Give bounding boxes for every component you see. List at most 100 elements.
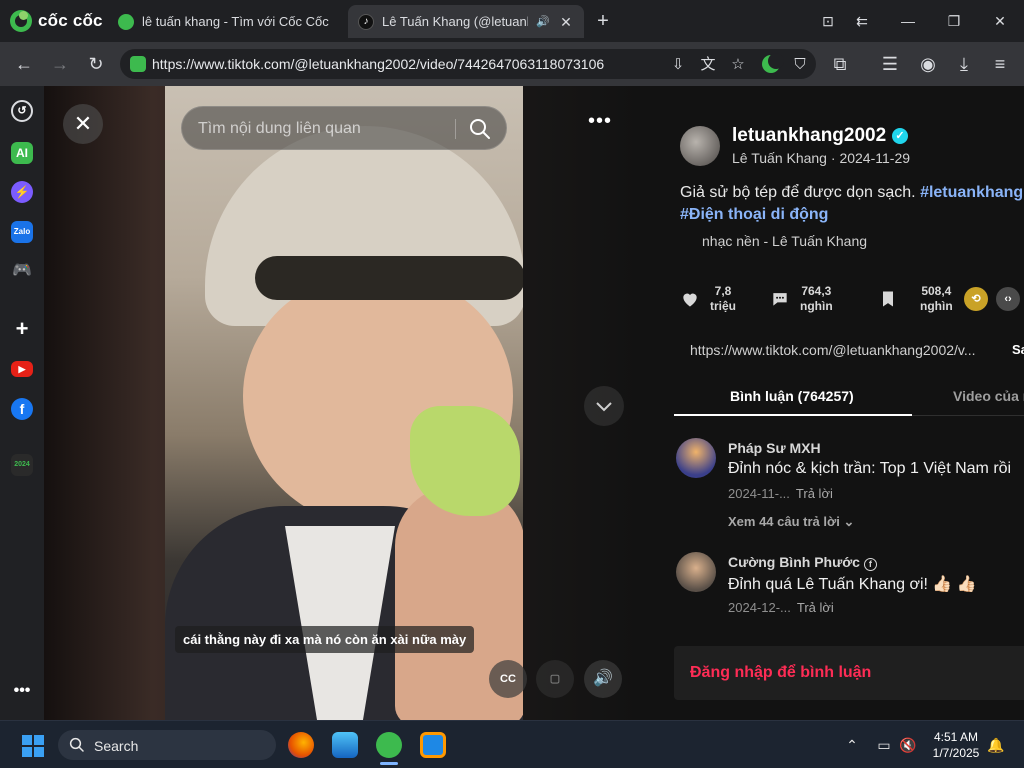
miniplayer-icon[interactable]: ▢	[536, 660, 574, 698]
save-stat[interactable]: 508,4 nghìn	[878, 284, 953, 314]
tab-comments[interactable]: Bình luận (764257)	[730, 388, 854, 404]
minimize-button[interactable]: —	[896, 10, 920, 32]
coccoc-logo-icon	[10, 10, 32, 32]
tray-overflow-chevron-icon[interactable]: ⌃	[842, 735, 862, 755]
media-queue-icon[interactable]: ☰	[878, 52, 902, 76]
login-to-comment-link[interactable]: Đăng nhập để bình luận	[690, 664, 871, 682]
comment-text: Đỉnh nóc & kịch trần: Top 1 Việt Nam rồi	[728, 460, 1012, 477]
url-text[interactable]: https://www.tiktok.com/@letuankhang2002/…	[152, 56, 604, 72]
embed-code-icon[interactable]: ‹›	[996, 287, 1020, 311]
youtube-icon[interactable]: ▶	[11, 361, 33, 377]
more-options-icon[interactable]: •••	[584, 111, 616, 136]
photos-app-icon[interactable]	[332, 732, 358, 758]
translate-icon[interactable]: 文	[698, 55, 718, 75]
comment-bubble-icon	[773, 293, 787, 306]
save-count: 508,4 nghìn	[920, 284, 953, 314]
back-button[interactable]: ←	[12, 52, 36, 76]
hashtag-link[interactable]: #Điện thoại di động	[680, 206, 828, 223]
windows-start-icon[interactable]	[22, 735, 44, 757]
sidebar-more-icon[interactable]: •••	[11, 683, 33, 706]
coccoc-2024-icon[interactable]: 2024	[11, 454, 33, 476]
menu-icon[interactable]: ≡	[988, 52, 1012, 76]
active-tab-underline	[674, 414, 912, 416]
tab-label: lê tuấn khang - Tìm với Cốc Cốc	[142, 14, 329, 29]
bookmark-icon	[883, 291, 893, 307]
ai-assistant-icon[interactable]: AI	[11, 142, 33, 164]
author-display-name[interactable]: Lê Tuấn Khang	[732, 150, 827, 166]
subtitle-separator: ·	[826, 150, 840, 166]
commenter-avatar[interactable]	[676, 438, 716, 478]
commenter-name-text: Cường Bình Phước	[728, 554, 860, 570]
close-window-button[interactable]: ✕	[988, 10, 1012, 32]
maximize-button[interactable]: ❐	[942, 10, 966, 32]
comment-count-num: 764,3	[801, 284, 832, 298]
like-count: 7,8 triệu	[710, 284, 736, 314]
video-caption: cái thằng này đi xa mà nó còn ăn xài nữa…	[175, 626, 475, 653]
post-date: 2024-11-29	[839, 150, 911, 166]
video-player[interactable]	[165, 86, 523, 720]
related-search-input[interactable]	[198, 119, 448, 139]
browser-toolbar: ← → ↻ https://www.tiktok.com/@letuankhan…	[0, 42, 1024, 86]
view-replies-button[interactable]: Xem 44 câu trả lời ⌄	[728, 514, 854, 530]
search-icon[interactable]	[468, 117, 492, 141]
reply-button[interactable]: Trả lời	[796, 486, 833, 501]
hashtag-link[interactable]: #letuankhang	[920, 184, 1023, 201]
music-link[interactable]: nhạc nền - Lê Tuấn Khang	[702, 233, 867, 249]
firefox-icon[interactable]	[288, 732, 314, 758]
zalo-icon[interactable]: Zalo	[11, 221, 33, 243]
facebook-icon[interactable]: f	[11, 398, 33, 420]
description-text: Giả sử bộ tép để được dọn sạch.	[680, 184, 916, 201]
comment-stat[interactable]: 764,3 nghìn	[770, 284, 833, 314]
mute-volume-icon[interactable]: 🔇	[898, 735, 918, 755]
comment-date: 2024-12-...	[728, 600, 791, 615]
closed-captions-button[interactable]: CC	[489, 660, 527, 698]
screenshot-icon[interactable]: ⊡	[816, 10, 840, 32]
dark-mode-moon-icon[interactable]	[762, 53, 784, 73]
related-search-box[interactable]	[181, 106, 507, 150]
author-avatar[interactable]	[680, 126, 720, 166]
vpn-app-icon[interactable]	[420, 732, 446, 758]
commenter-avatar[interactable]	[676, 552, 716, 592]
site-security-icon[interactable]	[130, 56, 146, 72]
windows-taskbar: Search ⌃ ▭ 🔇 4:51 AM 1/7/2025 🔔	[0, 720, 1024, 768]
reply-button[interactable]: Trả lời	[797, 600, 834, 615]
taskbar-clock[interactable]: 4:51 AM 1/7/2025	[920, 729, 992, 761]
install-app-icon[interactable]: ⇩	[668, 55, 688, 75]
volume-icon[interactable]: 🔊	[584, 660, 622, 698]
next-video-button[interactable]	[584, 386, 624, 426]
tab-audio-icon[interactable]: 🔊	[536, 15, 550, 28]
close-video-button[interactable]: ✕	[63, 104, 103, 144]
tab-creator-videos[interactable]: Video của n	[953, 388, 1024, 404]
profile-icon[interactable]: ◉	[916, 52, 940, 76]
reload-button[interactable]: ↻	[84, 52, 108, 76]
repost-icon[interactable]: ⟲	[964, 287, 988, 311]
video-link-text[interactable]: https://www.tiktok.com/@letuankhang2002/…	[680, 336, 1024, 364]
coccoc-taskbar-icon[interactable]	[376, 732, 402, 758]
tab-search-icon[interactable]: ⇇	[850, 10, 874, 32]
new-tab-button[interactable]: +	[592, 10, 614, 32]
game-controller-icon[interactable]: 🎮	[11, 260, 33, 282]
tab-tiktok-active[interactable]: ♪ Lê Tuấn Khang (@letuankhang2002) 🔊 ✕	[348, 5, 584, 38]
address-bar[interactable]: https://www.tiktok.com/@letuankhang2002/…	[120, 49, 816, 79]
history-clock-icon[interactable]: ↺	[11, 100, 33, 122]
taskbar-search-box[interactable]: Search	[58, 730, 276, 760]
network-icon[interactable]: ▭	[874, 735, 894, 755]
download-icon[interactable]: ⤓	[952, 52, 976, 76]
like-stat[interactable]: 7,8 triệu	[680, 284, 736, 314]
coccoc-favicon-icon	[118, 13, 134, 30]
copy-link-button[interactable]: Sa	[1012, 342, 1024, 357]
tab-coccoc-search[interactable]: lê tuấn khang - Tìm với Cốc Cốc	[108, 5, 344, 38]
add-sidebar-app-icon[interactable]: +	[11, 318, 33, 340]
commenter-name[interactable]: Pháp Sư MXH	[728, 440, 821, 456]
like-count-num: 7,8	[714, 284, 732, 298]
commenter-name[interactable]: Cường Bình Phước f	[728, 554, 877, 571]
messenger-icon[interactable]: ⚡	[11, 181, 33, 203]
tab-close-icon[interactable]: ✕	[558, 14, 574, 30]
author-username[interactable]: letuankhang2002	[732, 125, 886, 147]
extensions-puzzle-icon[interactable]: ⧉	[828, 52, 852, 76]
shield-icon[interactable]: ⛉	[790, 55, 810, 75]
bookmark-star-icon[interactable]: ☆	[728, 55, 748, 75]
notification-bell-icon[interactable]: 🔔	[986, 735, 1006, 755]
forward-button[interactable]: →	[48, 52, 72, 76]
login-to-comment-bar[interactable]: Đăng nhập để bình luận	[674, 646, 1024, 700]
